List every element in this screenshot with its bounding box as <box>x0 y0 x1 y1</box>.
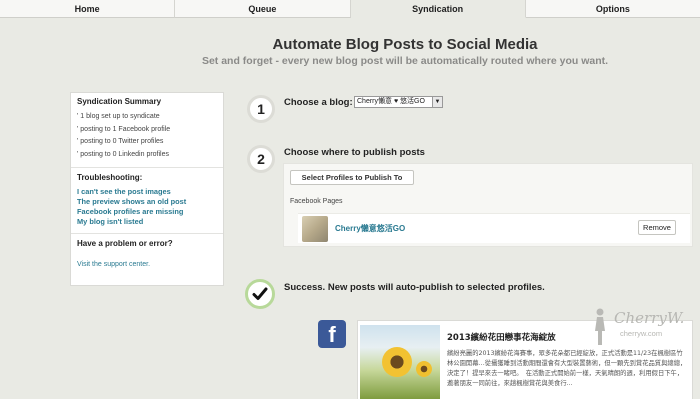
watermark-name: CherryW. <box>614 309 685 327</box>
page-subtitle: Set and forget - every new blog post wil… <box>201 55 609 67</box>
blog-select-value: Cherry懶意 ♥ 悠活GO <box>357 98 425 105</box>
summary-item: ' posting to 0 Twitter profiles <box>77 138 164 145</box>
silhouette-icon <box>595 308 605 345</box>
watermark-logo: CherryW. cherryw.com <box>592 307 692 353</box>
step-2-badge: 2 <box>247 145 275 173</box>
divider <box>71 167 223 168</box>
select-profiles-button[interactable]: Select Profiles to Publish To <box>290 170 414 185</box>
troubleshooting-title: Troubleshooting: <box>77 173 143 182</box>
tab-bar: Home Queue Syndication Options <box>0 0 700 18</box>
sidebar: Syndication Summary ' 1 blog set up to s… <box>70 92 224 286</box>
facebook-icon: f <box>318 320 346 348</box>
profile-row: Cherry懶意悠活GO Remove <box>298 213 690 243</box>
page-title: Automate Blog Posts to Social Media <box>272 36 538 53</box>
check-icon <box>252 287 268 300</box>
post-title: 2013繽紛花田戀事花海綻放 <box>447 333 556 343</box>
remove-button[interactable]: Remove <box>638 220 676 235</box>
tab-home[interactable]: Home <box>0 0 176 18</box>
blog-select[interactable]: Cherry懶意 ♥ 悠活GO ▼ <box>354 96 443 108</box>
profile-avatar <box>302 216 328 242</box>
tab-queue[interactable]: Queue <box>175 0 351 18</box>
summary-list: ' 1 blog set up to syndicate ' posting t… <box>77 111 217 161</box>
sunflower-image <box>382 347 412 377</box>
link-post-images[interactable]: I can't see the post images <box>77 187 217 197</box>
facebook-pages-label: Facebook Pages <box>290 198 343 205</box>
summary-item: ' 1 blog set up to syndicate <box>77 113 160 120</box>
divider <box>71 233 223 234</box>
summary-item: ' posting to 0 Linkedin profiles <box>77 150 170 158</box>
post-body: 繽紛亮麗的2013繽紛花海賽事，眾多花朵都已經綻放，正式活動是11/23在楓樹區… <box>447 350 687 387</box>
summary-item: ' posting to 1 Facebook profile <box>77 125 171 133</box>
support-link[interactable]: Visit the support center. <box>77 261 150 268</box>
step-1-label: Choose a blog: <box>284 97 353 108</box>
link-blog-not-listed[interactable]: My blog isn't listed <box>77 217 217 227</box>
dropdown-arrow-icon[interactable]: ▼ <box>432 97 442 107</box>
post-image <box>360 325 440 399</box>
sunflower-image <box>416 361 432 377</box>
publish-panel: Select Profiles to Publish To Facebook P… <box>283 163 693 247</box>
tab-options[interactable]: Options <box>525 0 700 18</box>
tab-syndication[interactable]: Syndication <box>350 0 526 18</box>
success-label: Success. New posts will auto-publish to … <box>284 282 545 293</box>
success-badge <box>245 279 275 309</box>
problem-title: Have a problem or error? <box>77 239 173 248</box>
watermark-url: cherryw.com <box>620 329 663 338</box>
step-2-label: Choose where to publish posts <box>284 147 425 158</box>
link-old-post[interactable]: The preview shows an old post <box>77 197 217 207</box>
summary-title: Syndication Summary <box>77 97 162 106</box>
link-profiles-missing[interactable]: Facebook profiles are missing <box>77 207 217 217</box>
step-1-badge: 1 <box>247 95 275 123</box>
profile-name[interactable]: Cherry懶意悠活GO <box>335 223 405 234</box>
